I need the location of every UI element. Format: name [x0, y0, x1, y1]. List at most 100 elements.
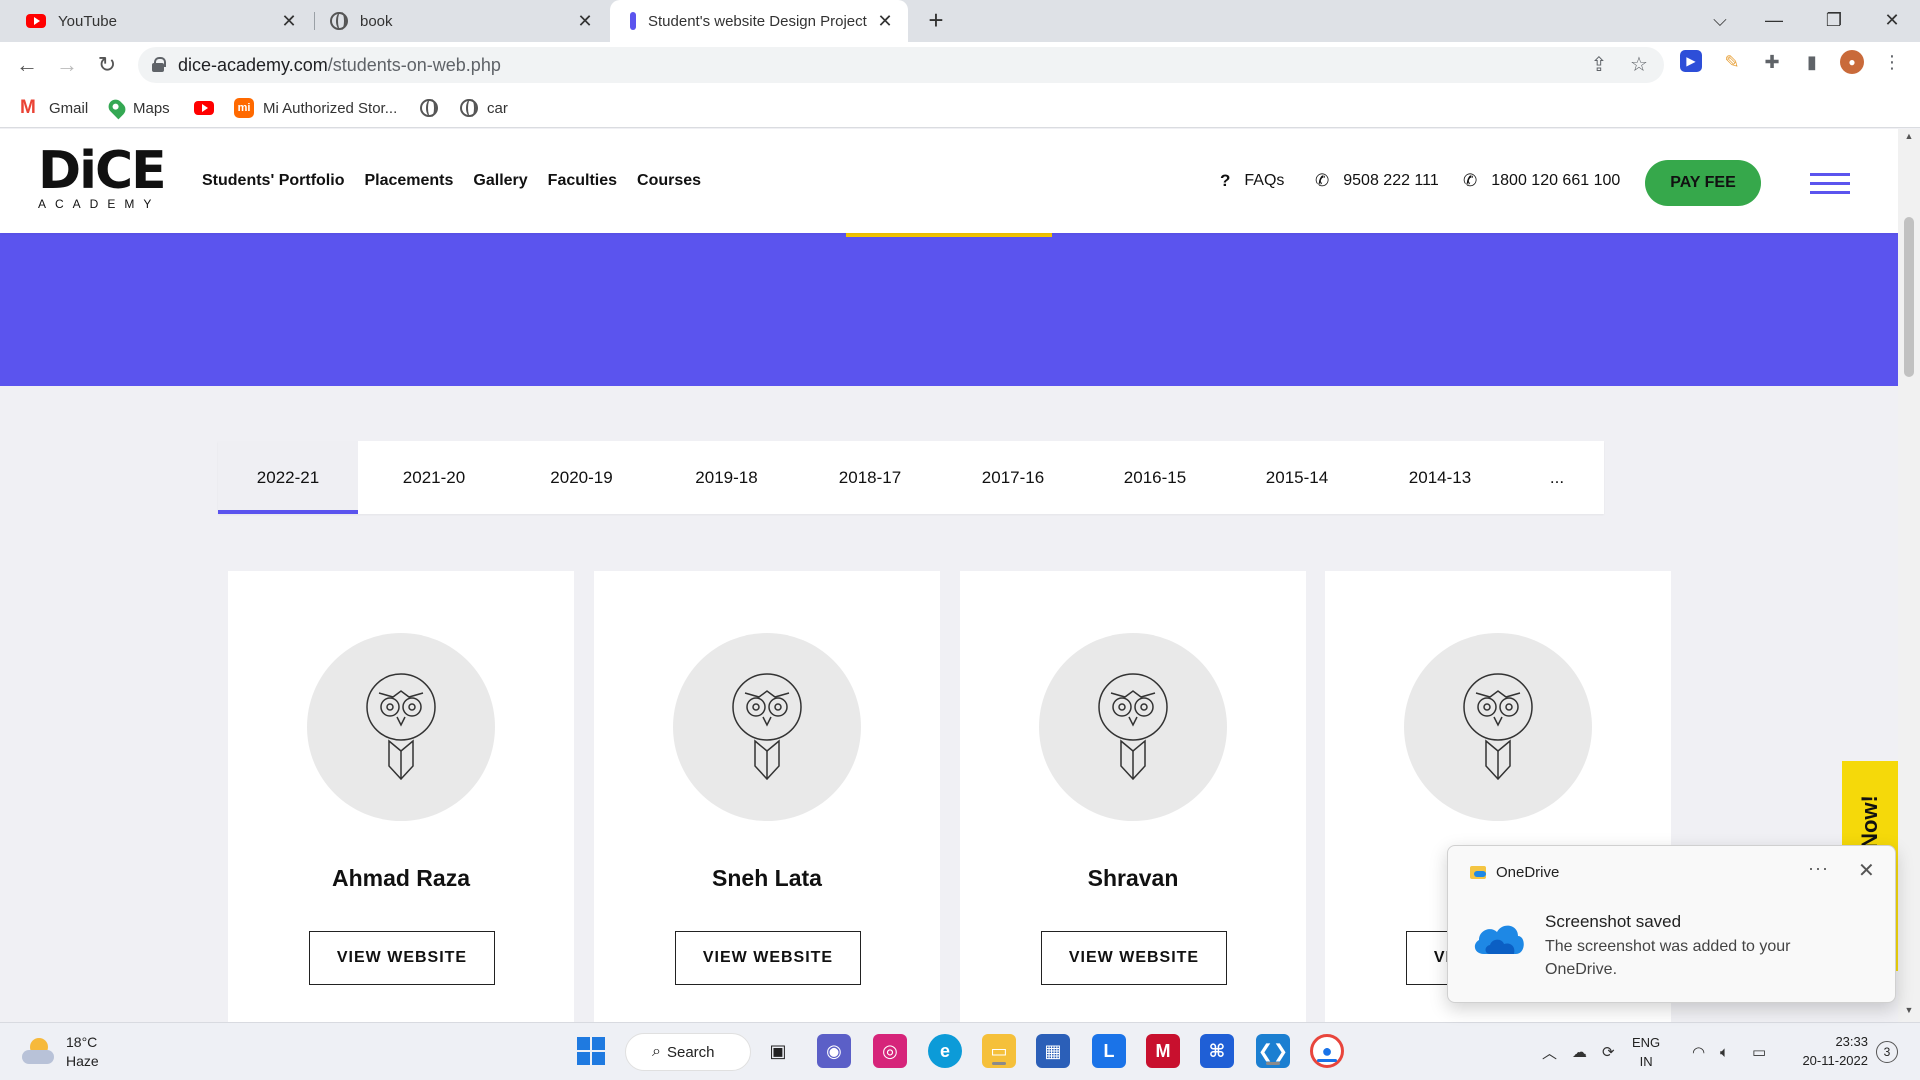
onedrive-folder-icon — [1470, 866, 1486, 879]
nav-courses[interactable]: Courses — [637, 172, 701, 190]
year-tab-2018-17[interactable]: 2018-17 — [800, 441, 940, 514]
edge-icon[interactable]: e — [928, 1034, 962, 1068]
onedrive-tray-icon[interactable]: ☁ — [1572, 1023, 1587, 1080]
zoom-extension-icon[interactable]: ▶ — [1680, 50, 1702, 72]
site-header: DiCE ACADEMY Students' Portfolio Placeme… — [0, 129, 1898, 233]
faq-link[interactable]: ? FAQs — [1220, 129, 1284, 233]
language-indicator[interactable]: ENG IN — [1632, 1033, 1660, 1071]
globe-icon — [420, 99, 438, 117]
year-tab-2021-20[interactable]: 2021-20 — [358, 441, 510, 514]
tab-search-chevron-icon[interactable]: ⌵ — [1692, 0, 1748, 42]
owl-mascot-icon — [1098, 673, 1168, 781]
volume-icon[interactable]: 🔈︎ — [1720, 1023, 1729, 1080]
year-tab-2016-15[interactable]: 2016-15 — [1086, 441, 1224, 514]
view-website-button[interactable]: VIEW WEBSITE — [309, 931, 495, 985]
year-tab-more[interactable]: ... — [1510, 441, 1604, 514]
vscode-icon[interactable]: ❮❯ — [1256, 1034, 1290, 1068]
extensions-puzzle-icon[interactable]: ✚ — [1760, 50, 1784, 74]
l-app-icon[interactable]: L — [1092, 1034, 1126, 1068]
year-tab-2022-21[interactable]: 2022-21 — [218, 441, 358, 514]
taskbar-search[interactable]: ⌕ Search — [625, 1033, 751, 1071]
tab-students-website[interactable]: Student's website Design Project ✕ — [610, 0, 908, 42]
bookmark-car[interactable]: car — [460, 96, 508, 120]
url-text[interactable]: dice-academy.com/students-on-web.php — [178, 55, 501, 76]
close-icon[interactable]: ✕ — [576, 11, 594, 32]
nav-students-portfolio[interactable]: Students' Portfolio — [202, 172, 344, 190]
year-tabs: 2022-21 2021-20 2020-19 2019-18 2018-17 … — [218, 441, 1604, 514]
bookmark-globe[interactable] — [420, 96, 438, 120]
windows-taskbar: 18°C Haze ⌕ Search ▣ ◉ ◎ e ▭ ▦ L M ⌘ ❮❯ … — [0, 1022, 1920, 1080]
bookmark-maps[interactable]: Maps — [105, 96, 170, 120]
scroll-thumb[interactable] — [1904, 217, 1914, 377]
lock-icon — [152, 57, 166, 72]
wifi-icon[interactable]: ◠ — [1692, 1023, 1705, 1080]
instagram-icon[interactable]: ◎ — [873, 1034, 907, 1068]
browser-toolbar: ← → ↻ dice-academy.com/students-on-web.p… — [0, 42, 1920, 88]
year-tab-2014-13[interactable]: 2014-13 — [1370, 441, 1510, 514]
back-button[interactable]: ← — [12, 50, 42, 80]
start-button[interactable] — [574, 1034, 608, 1068]
bookmark-star-icon[interactable]: ☆ — [1628, 54, 1650, 76]
tab-book[interactable]: book ✕ — [316, 0, 608, 42]
pay-fee-button[interactable]: PAY FEE — [1645, 160, 1761, 206]
profile-avatar[interactable]: ● — [1840, 50, 1864, 74]
chrome-menu-icon[interactable]: ⋮ — [1880, 50, 1904, 74]
color-picker-extension-icon[interactable]: ✎ — [1720, 50, 1744, 74]
task-view-icon[interactable]: ▣ — [761, 1034, 795, 1068]
bookmark-gmail[interactable]: Gmail — [20, 96, 88, 120]
maximize-button[interactable]: ❐ — [1806, 0, 1862, 42]
weather-widget[interactable]: 18°C Haze — [22, 1033, 99, 1071]
scroll-down-arrow-icon[interactable]: ▼ — [1903, 1005, 1915, 1015]
close-icon[interactable]: ✕ — [280, 11, 298, 32]
dice-academy-logo[interactable]: DiCE ACADEMY — [38, 141, 167, 211]
minimize-button[interactable]: — — [1746, 0, 1802, 42]
scroll-up-arrow-icon[interactable]: ▲ — [1903, 131, 1915, 141]
address-bar[interactable]: dice-academy.com/students-on-web.php ⇪ ☆ — [138, 47, 1664, 83]
teams-chat-icon[interactable]: ◉ — [817, 1034, 851, 1068]
notification-count-badge[interactable]: 3 — [1876, 1041, 1898, 1063]
more-options-icon[interactable]: ··· — [1808, 858, 1829, 879]
view-website-button[interactable]: VIEW WEBSITE — [675, 931, 861, 985]
phone-link-1[interactable]: ✆ 9508 222 111 — [1315, 129, 1439, 233]
new-tab-button[interactable]: + — [920, 4, 952, 36]
toast-app-name: OneDrive — [1496, 864, 1560, 881]
forward-button[interactable]: → — [52, 50, 82, 80]
bookmark-label: Mi Authorized Stor... — [263, 99, 398, 117]
sync-tray-icon[interactable]: ⟳ — [1602, 1023, 1615, 1080]
clock-time: 23:33 — [1835, 1034, 1868, 1049]
year-tab-2019-18[interactable]: 2019-18 — [653, 441, 800, 514]
nav-gallery[interactable]: Gallery — [473, 172, 527, 190]
page-scrollbar[interactable]: ▲ ▼ — [1898, 129, 1920, 1022]
quick-assist-icon[interactable]: ⌘ — [1200, 1034, 1234, 1068]
tab-youtube[interactable]: YouTube ✕ — [12, 0, 312, 42]
bookmark-youtube[interactable] — [194, 96, 214, 120]
file-explorer-icon[interactable]: ▭ — [982, 1034, 1016, 1068]
nav-faculties[interactable]: Faculties — [548, 172, 617, 190]
student-name: Ahmad Raza — [331, 865, 471, 891]
mcafee-icon[interactable]: M — [1146, 1034, 1180, 1068]
window-close-button[interactable]: ✕ — [1864, 0, 1920, 42]
bookmark-mi-store[interactable]: mi Mi Authorized Stor... — [234, 96, 397, 120]
logo-main-text: DiCE — [38, 141, 167, 201]
year-tab-2020-19[interactable]: 2020-19 — [510, 441, 653, 514]
nav-placements[interactable]: Placements — [364, 172, 453, 190]
system-clock[interactable]: 23:33 20-11-2022 — [1788, 1032, 1868, 1070]
battery-icon[interactable]: ▭ — [1752, 1023, 1766, 1080]
hamburger-menu-icon[interactable] — [1810, 173, 1850, 195]
show-hidden-icons-chevron[interactable]: ︿ — [1542, 1023, 1557, 1080]
view-website-button[interactable]: VIEW WEBSITE — [1041, 931, 1227, 985]
chrome-icon[interactable]: ● — [1310, 1034, 1344, 1068]
share-icon[interactable]: ⇪ — [1588, 54, 1610, 76]
onedrive-notification[interactable]: OneDrive ··· ✕ Screenshot saved The scre… — [1447, 845, 1896, 1003]
phone-link-2[interactable]: ✆ 1800 120 661 100 — [1463, 129, 1620, 233]
close-icon[interactable]: ✕ — [1858, 858, 1875, 883]
year-tab-2017-16[interactable]: 2017-16 — [940, 441, 1086, 514]
microsoft-store-icon[interactable]: ▦ — [1036, 1034, 1070, 1068]
year-tab-2015-14[interactable]: 2015-14 — [1224, 441, 1370, 514]
close-icon[interactable]: ✕ — [876, 11, 894, 32]
mi-icon: mi — [234, 98, 254, 118]
owl-mascot-icon — [1463, 673, 1533, 781]
side-panel-icon[interactable]: ▮ — [1800, 50, 1824, 74]
reload-button[interactable]: ↻ — [92, 50, 122, 80]
bookmarks-bar: Gmail Maps mi Mi Authorized Stor... car — [0, 88, 1920, 128]
